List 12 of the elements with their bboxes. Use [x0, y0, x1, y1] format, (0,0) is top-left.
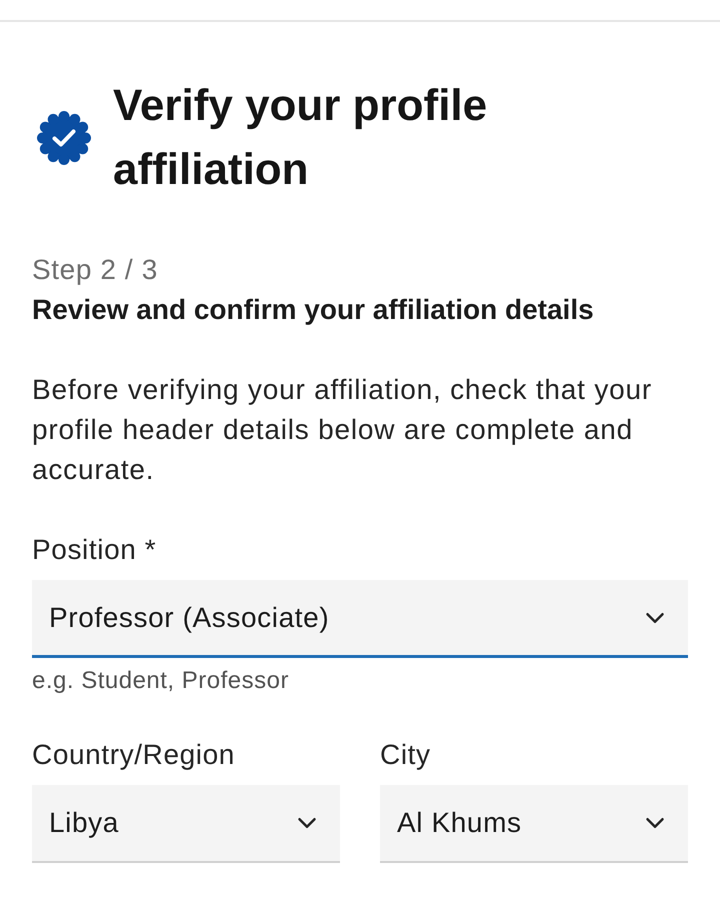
step-heading: Review and confirm your affiliation details: [32, 293, 595, 327]
city-select[interactable]: Al Khums: [380, 785, 688, 863]
page-title: Verify your profile affiliation: [113, 80, 488, 196]
verified-badge-icon: [37, 111, 91, 165]
intro-paragraph: Before verifying your affiliation, check that your profile header details below are complete and accurate.: [32, 373, 654, 487]
position-select[interactable]: Professor (Associate): [32, 580, 688, 658]
field-label: Position *: [32, 533, 158, 567]
helper-text: e.g. Student, Professor: [32, 667, 290, 695]
field-label: City: [380, 738, 432, 772]
step-counter: Step 2 / 3: [32, 253, 159, 287]
country-select[interactable]: Libya: [32, 785, 340, 863]
field-label: Country/Region: [32, 738, 236, 772]
